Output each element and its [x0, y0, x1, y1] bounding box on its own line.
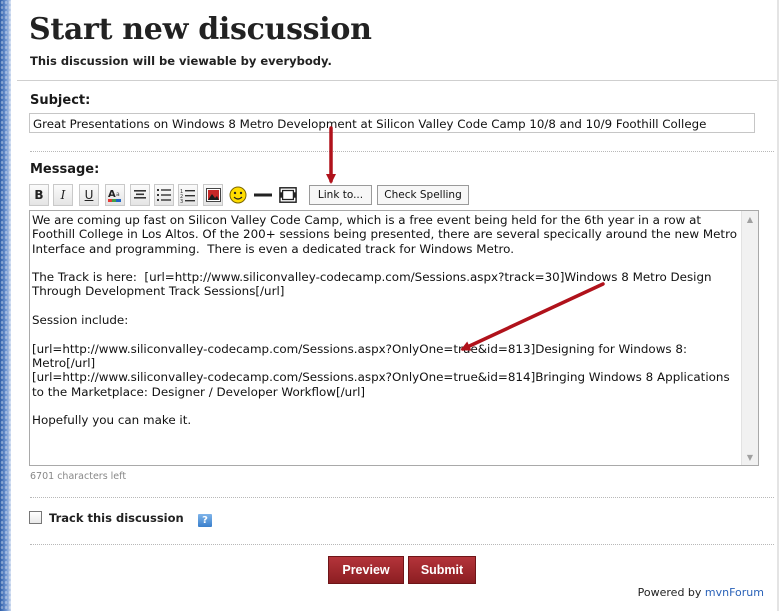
font-color-button[interactable]: A a	[105, 184, 125, 206]
message-scrollbar[interactable]: ▲ ▼	[741, 211, 758, 465]
image-icon	[205, 188, 221, 202]
smiley-icon	[229, 186, 247, 204]
submit-button[interactable]: Submit	[408, 556, 476, 584]
numbered-list-button[interactable]: 1 2 3	[178, 184, 198, 206]
scroll-up-arrow-icon[interactable]: ▲	[742, 211, 758, 227]
svg-text:3: 3	[180, 199, 183, 203]
bulleted-list-button[interactable]	[154, 184, 174, 206]
left-decorative-strip	[0, 0, 11, 611]
bold-icon: B	[34, 188, 44, 202]
underline-icon: U	[84, 188, 94, 202]
horizontal-rule-button[interactable]	[253, 184, 273, 206]
bold-button[interactable]: B	[29, 184, 49, 206]
font-color-icon: A a	[108, 189, 121, 202]
powered-by: Powered by mvnForum	[638, 586, 764, 599]
message-textarea[interactable]: We are coming up fast on Silicon Valley …	[29, 210, 759, 466]
header-divider	[17, 80, 777, 81]
page-title: Start new discussion	[29, 12, 372, 47]
page-subtitle: This discussion will be viewable by ever…	[30, 54, 332, 68]
track-discussion-checkbox[interactable]	[29, 511, 42, 524]
scroll-down-arrow-icon[interactable]: ▼	[742, 449, 758, 465]
check-spelling-button[interactable]: Check Spelling	[377, 185, 469, 205]
align-center-icon	[134, 190, 146, 199]
numbered-list-icon: 1 2 3	[180, 189, 195, 203]
subject-divider	[30, 151, 774, 152]
subject-label: Subject:	[30, 93, 91, 108]
media-button[interactable]	[278, 184, 298, 206]
smiley-button[interactable]	[228, 184, 248, 206]
underline-button[interactable]: U	[79, 184, 99, 206]
track-divider	[30, 544, 774, 545]
help-icon[interactable]: ?	[198, 514, 212, 527]
italic-icon: I	[60, 188, 66, 202]
characters-left-counter: 6701 characters left	[30, 471, 127, 482]
message-divider	[30, 497, 774, 498]
message-label: Message:	[30, 162, 100, 177]
align-center-button[interactable]	[130, 184, 150, 206]
subject-input[interactable]	[29, 113, 755, 133]
preview-button[interactable]: Preview	[328, 556, 404, 584]
svg-text:a: a	[116, 191, 120, 198]
insert-image-button[interactable]	[203, 184, 223, 206]
horizontal-rule-icon	[254, 193, 272, 197]
bulleted-list-icon	[157, 189, 171, 201]
svg-text:A: A	[108, 189, 116, 200]
powered-by-prefix: Powered by	[637, 586, 702, 599]
media-icon	[279, 187, 297, 203]
track-discussion-label[interactable]: Track this discussion	[49, 511, 184, 525]
mvnforum-link[interactable]: mvnForum	[705, 586, 764, 599]
link-to-button[interactable]: Link to...	[309, 185, 372, 205]
italic-button[interactable]: I	[53, 184, 73, 206]
message-body[interactable]: We are coming up fast on Silicon Valley …	[32, 213, 740, 427]
